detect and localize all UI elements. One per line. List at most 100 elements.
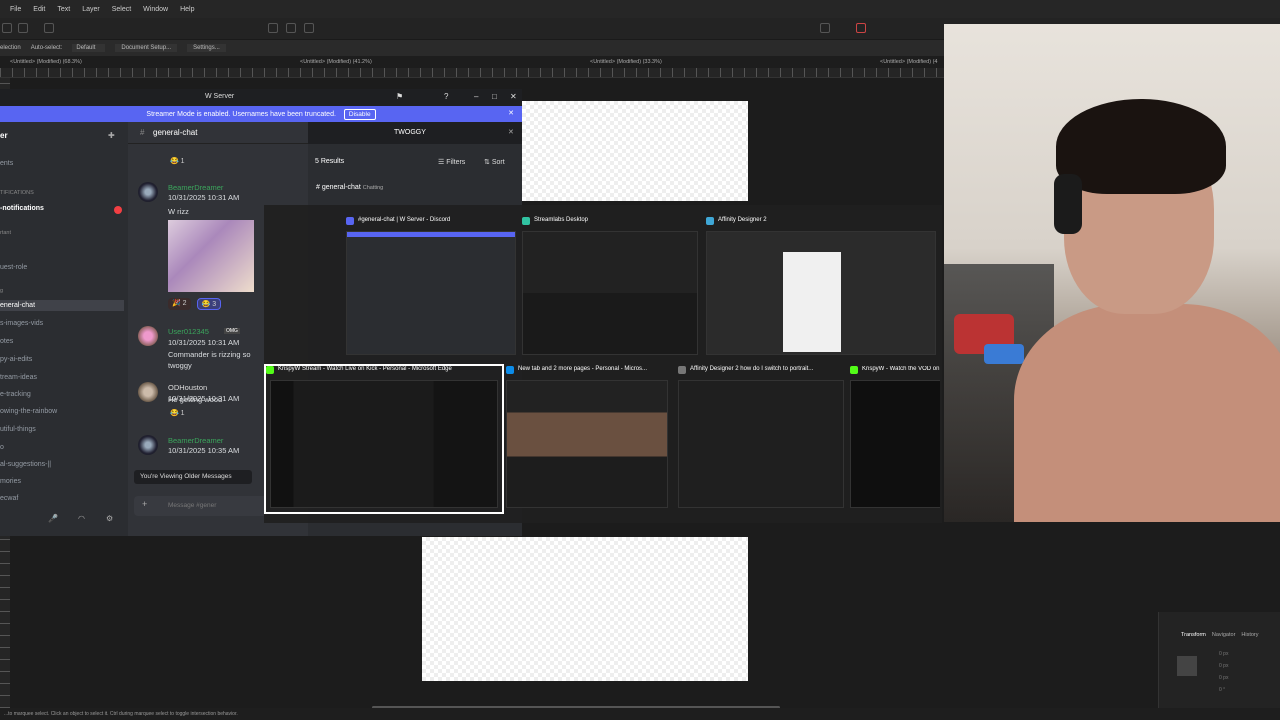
sidebar-channel[interactable]: o [0,444,4,451]
mention-badge [114,206,122,214]
maximize-icon[interactable]: □ [492,92,497,101]
sidebar-channel[interactable]: owing-the-rainbow [0,408,57,415]
avatar[interactable] [138,182,158,202]
auto-select-dropdown[interactable]: Default [72,44,106,52]
doc-tab[interactable]: <Untitled> (Modified) (33.3%) [590,59,662,65]
sidebar-channel[interactable]: ents [0,160,13,167]
close-icon[interactable]: ✕ [510,92,517,101]
sidebar-channel[interactable]: mories [0,478,21,485]
sidebar-category[interactable]: rtant [0,230,11,236]
settings-button[interactable]: Settings... [187,44,226,52]
reaction[interactable]: 😂 1 [170,409,185,417]
sidebar-channel[interactable]: py-ai-edits [0,356,32,363]
sidebar-channel[interactable]: tream-ideas [0,374,37,381]
menu-edit[interactable]: Edit [29,6,53,13]
toolbar-button[interactable] [856,23,866,33]
artboard-preview [783,252,841,352]
window-thumbnail [346,231,516,355]
toolbar-button[interactable] [44,23,54,33]
selection-label: election [0,45,21,51]
menu-layer[interactable]: Layer [78,6,108,13]
username[interactable]: ODHouston [168,383,207,392]
toolbar-button[interactable] [304,23,314,33]
sidebar-channel[interactable]: ecwaf [0,495,18,502]
artboard[interactable] [422,537,748,681]
switcher-window-edge[interactable]: New tab and 2 more pages - Personal - Mi… [506,366,670,512]
reaction[interactable]: 😂 1 [170,157,185,165]
switcher-window-kick-vod[interactable]: KrispyW - Watch the VOD on [850,366,940,512]
sort-button[interactable]: ⇅ Sort [484,158,505,166]
doc-tab[interactable]: <Untitled> (Modified) (4 [880,59,937,65]
avatar[interactable] [138,435,158,455]
clear-icon[interactable]: ✕ [508,128,514,136]
switcher-window-streamlabs[interactable]: Streamlabs Desktop [522,217,700,365]
sidebar-category[interactable]: TIFICATIONS [0,190,34,196]
reaction[interactable]: 🎉 2 [168,298,191,310]
sidebar-channel[interactable]: uest-role [0,264,27,271]
avatar[interactable] [138,326,158,346]
transform-y[interactable]: 0 px [1219,660,1228,672]
username[interactable]: BeamerDreamer [168,436,223,445]
filters-button[interactable]: ☰ Filters [438,158,465,166]
older-messages-bar[interactable]: You're Viewing Older Messages [134,470,252,484]
webcam-feed [944,24,1280,522]
tab-navigator[interactable]: Navigator [1212,632,1236,638]
username[interactable]: User012345 [168,327,209,336]
plus-icon[interactable]: + [142,499,147,509]
sidebar-channel-active[interactable]: eneral-chat [0,300,124,311]
toolbar-button[interactable] [820,23,830,33]
disable-button[interactable]: Disable [343,108,376,120]
toolbar-button[interactable] [2,23,12,33]
add-friend-icon[interactable]: ✚ [108,131,115,140]
toolbar-button[interactable] [286,23,296,33]
transform-x[interactable]: 0 px [1219,648,1228,660]
anchor-selector-icon[interactable] [1177,656,1197,676]
menu-select[interactable]: Select [108,6,139,13]
switcher-window-kick[interactable]: KrispyW Stream - Watch Live on Kick - Pe… [264,364,504,514]
inbox-icon[interactable]: ⚑ [396,92,403,101]
window-title: Affinity Designer 2 [718,217,767,223]
menu-help[interactable]: Help [176,6,202,13]
result-channel[interactable]: # general-chat Chatting [316,184,383,191]
sidebar-channel[interactable]: otes [0,338,13,345]
switcher-window-affinity[interactable]: Affinity Designer 2 [706,217,938,365]
username[interactable]: BeamerDreamer [168,183,223,192]
doc-tab[interactable]: <Untitled> (Modified) (41.2%) [300,59,372,65]
headset-icon[interactable]: ◠ [78,514,85,523]
artboard[interactable] [522,101,748,201]
sidebar-channel[interactable]: e-tracking [0,391,31,398]
doc-tab[interactable]: <Untitled> (Modified) (68.3%) [10,59,82,65]
menu-window[interactable]: Window [139,6,176,13]
minimize-icon[interactable]: – [474,92,478,101]
sidebar-channel[interactable]: -notifications [0,205,44,212]
gear-icon[interactable]: ⚙ [106,514,113,523]
person-body [1014,304,1280,522]
transform-r[interactable]: 0 ° [1219,684,1228,696]
toolbar-button[interactable] [18,23,28,33]
menu-text[interactable]: Text [53,6,78,13]
search-input[interactable]: TWOGGY ✕ [308,122,522,144]
transform-w[interactable]: 0 px [1219,672,1228,684]
document-setup-button[interactable]: Document Setup... [115,44,178,52]
task-switcher: #general-chat | W Server - Discord Strea… [264,205,942,523]
close-icon[interactable]: ✕ [508,109,514,117]
toolbar-button[interactable] [268,23,278,33]
sidebar-channel[interactable]: s-images-vids [0,320,43,327]
sidebar-category[interactable]: g [0,288,3,294]
server-name[interactable]: er [0,131,8,140]
edge-icon [678,366,686,374]
switcher-window-google[interactable]: Affinity Designer 2 how do I switch to p… [678,366,846,512]
avatar[interactable] [138,382,158,402]
reaction-count: 1 [180,158,185,165]
message-image[interactable] [168,220,254,292]
tab-transform[interactable]: Transform [1181,632,1206,638]
microphone-icon[interactable]: 🎤 [48,514,58,523]
background-object [984,344,1024,364]
tab-history[interactable]: History [1241,632,1258,638]
switcher-window-discord[interactable]: #general-chat | W Server - Discord [346,217,518,365]
menu-file[interactable]: File [6,6,29,13]
help-icon[interactable]: ? [444,92,448,101]
sidebar-channel[interactable]: al-suggestions-|| [0,461,51,468]
sidebar-channel[interactable]: utiful-things [0,426,36,433]
reaction[interactable]: 😂 3 [196,298,222,310]
